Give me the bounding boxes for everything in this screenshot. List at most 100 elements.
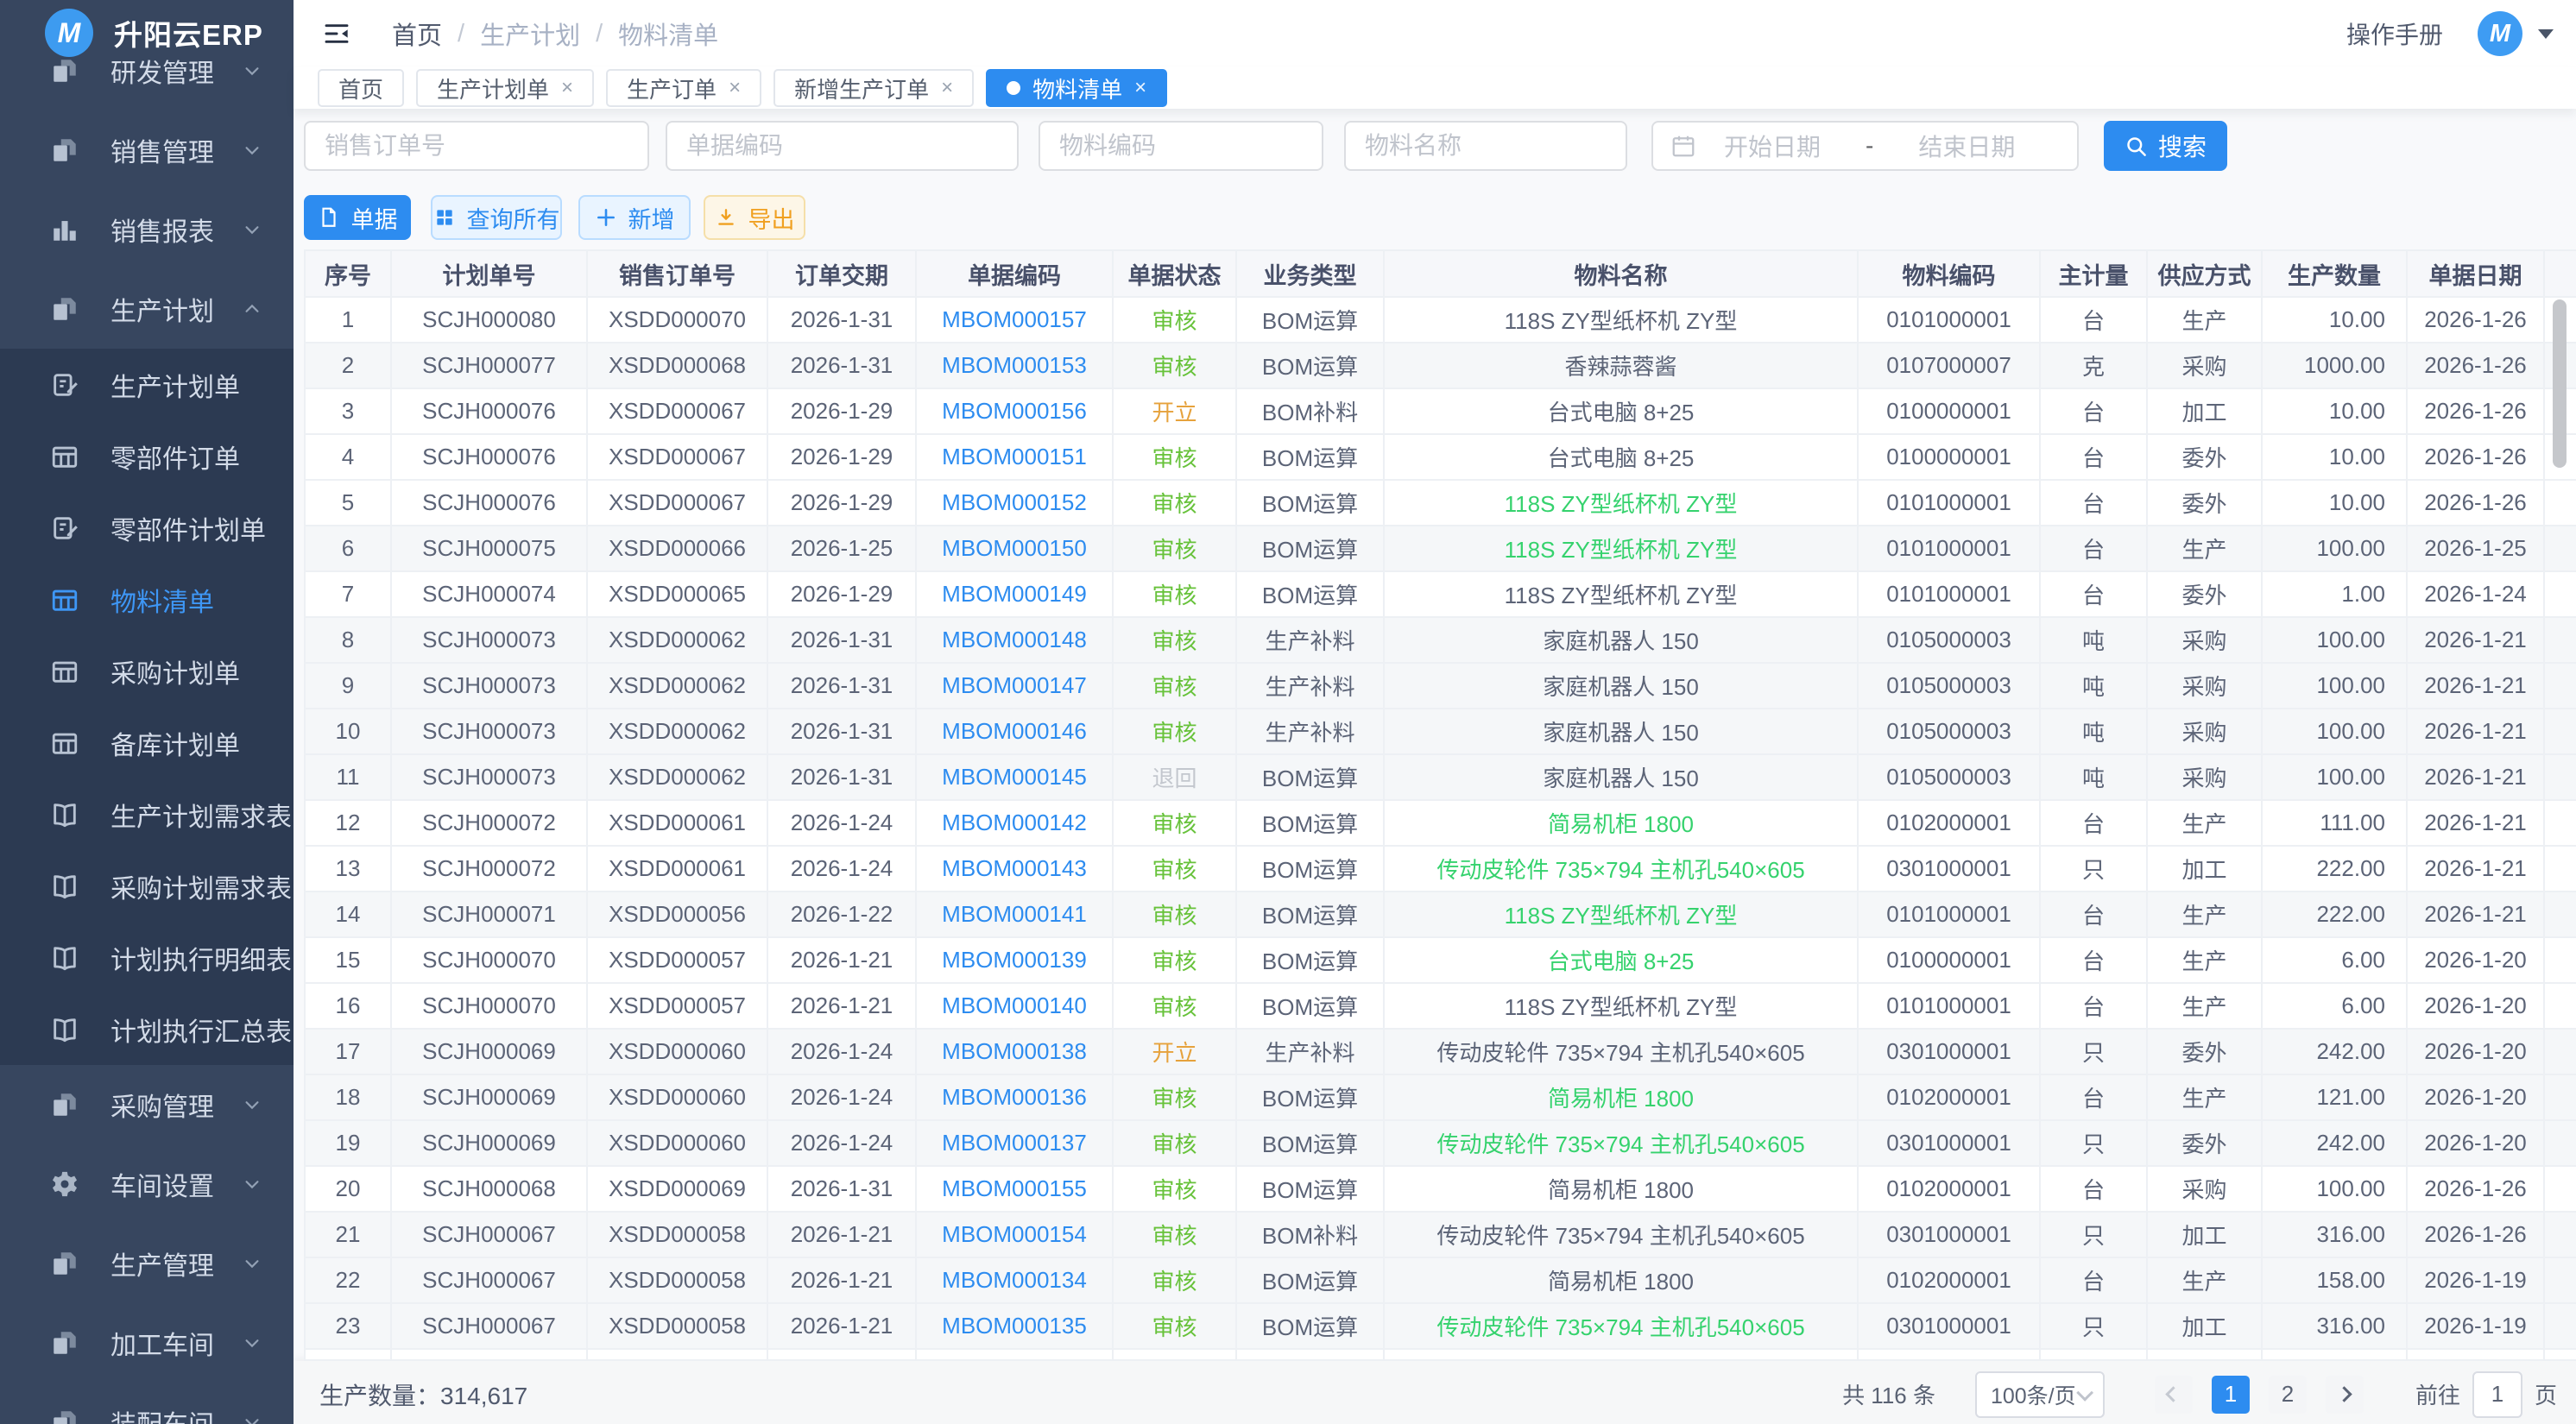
doc-code-link[interactable]: MBOM000142 — [942, 810, 1087, 835]
docs-icon — [48, 293, 81, 325]
sale-order-input[interactable] — [304, 121, 649, 171]
sidebar-item-plan-exec-summary[interactable]: 计划执行汇总表 — [0, 993, 294, 1065]
doc-code-link[interactable]: MBOM000154 — [942, 1221, 1087, 1247]
menu-fold-icon[interactable] — [318, 16, 356, 51]
material-name: 传动皮轮件 735×794 主机孔540×605 — [1436, 1131, 1804, 1157]
cell-code: 0101000001 — [1858, 480, 2040, 526]
material-name: 家庭机器人 150 — [1543, 628, 1699, 654]
sidebar-item-purchase-plan-order[interactable]: 采购计划单 — [0, 635, 294, 707]
doc-code-link[interactable]: MBOM000135 — [942, 1313, 1087, 1339]
doc-code-link[interactable]: MBOM000140 — [942, 992, 1087, 1018]
cell-date: 2026-1-26 — [2407, 1166, 2544, 1212]
query-all-button[interactable]: 查询所有 — [431, 195, 562, 240]
goto-page-input[interactable] — [2472, 1371, 2522, 1418]
avatar[interactable]: M — [2478, 11, 2522, 56]
sidebar-item-workshop-settings[interactable]: 车间设置 — [0, 1144, 294, 1224]
sidebar-item-processing-workshop[interactable]: 加工车间 — [0, 1303, 294, 1383]
table-row-19: 19SCJH000069XSDD0000602026-1-24MBOM00013… — [305, 1120, 2576, 1166]
tab-close-icon[interactable]: × — [1134, 78, 1146, 98]
doc-code-link[interactable]: MBOM000155 — [942, 1175, 1087, 1201]
page-size-select[interactable]: 100条/页 — [1975, 1371, 2105, 1418]
tab-1[interactable]: 生产计划单× — [416, 69, 594, 107]
sidebar-item-production-plan-demand[interactable]: 生产计划需求表 — [0, 778, 294, 850]
sidebar-item-production-plan[interactable]: 生产计划 — [0, 269, 294, 349]
doc-code-link[interactable]: MBOM000147 — [942, 672, 1087, 698]
table-row-16: 16SCJH000070XSDD0000572026-1-21MBOM00014… — [305, 983, 2576, 1029]
export-button[interactable]: 导出 — [704, 195, 805, 240]
tab-0[interactable]: 首页 — [318, 69, 404, 107]
docs-icon — [48, 1247, 81, 1280]
tab-3[interactable]: 新增生产订单× — [773, 69, 974, 107]
doc-code-link[interactable]: MBOM000150 — [942, 535, 1087, 561]
tab-2[interactable]: 生产订单× — [606, 69, 761, 107]
avatar-caret-icon[interactable] — [2538, 29, 2554, 39]
cell-name: 台式电脑 8+25 — [1384, 937, 1858, 983]
doc-code-link[interactable]: MBOM000157 — [942, 306, 1087, 332]
next-page-button[interactable] — [2326, 1376, 2364, 1414]
docs-icon — [48, 134, 81, 167]
page-button-1[interactable]: 1 — [2212, 1376, 2250, 1414]
cell-biz: BOM运算 — [1236, 1166, 1384, 1212]
date-range-picker[interactable]: 开始日期 - 结束日期 — [1651, 121, 2079, 171]
doc-edit-icon — [48, 512, 81, 545]
sidebar-item-stock-plan-order[interactable]: 备库计划单 — [0, 707, 294, 778]
doc-code-link[interactable]: MBOM000139 — [942, 947, 1087, 973]
cell-code: 0100000001 — [1858, 434, 2040, 480]
search-button[interactable]: 搜索 — [2104, 121, 2227, 171]
chart-icon — [48, 213, 81, 246]
sidebar-item-purchase-management[interactable]: 采购管理 — [0, 1065, 294, 1144]
cell-date: 2026-1-26 — [2407, 434, 2544, 480]
cell-supply: 委外 — [2147, 1029, 2262, 1074]
doc-code-link[interactable]: MBOM000149 — [942, 581, 1087, 607]
doc-code-link[interactable]: MBOM000138 — [942, 1038, 1087, 1064]
status-badge: 审核 — [1152, 720, 1196, 746]
cell-supply: 生产 — [2147, 800, 2262, 846]
sidebar-item-sales-report[interactable]: 销售报表 — [0, 190, 294, 269]
doc-code-link[interactable]: MBOM000136 — [942, 1084, 1087, 1110]
doc-button[interactable]: 单据 — [304, 195, 411, 240]
prev-page-button[interactable] — [2155, 1376, 2193, 1414]
material-code-input[interactable] — [1039, 121, 1323, 171]
row-scrollbar-gutter — [2544, 1120, 2576, 1166]
doc-code-link[interactable]: MBOM000151 — [942, 444, 1087, 469]
sidebar-item-sales-management[interactable]: 销售管理 — [0, 110, 294, 190]
doc-code-link[interactable]: MBOM000134 — [942, 1267, 1087, 1293]
table-scrollbar-thumb[interactable] — [2553, 299, 2567, 468]
sidebar-item-production-plan-order[interactable]: 生产计划单 — [0, 349, 294, 420]
doc-code-link[interactable]: MBOM000148 — [942, 627, 1087, 652]
material-name: 118S ZY型纸杯机 ZY型 — [1505, 583, 1738, 608]
tab-close-icon[interactable]: × — [561, 78, 573, 98]
row-scrollbar-gutter — [2544, 1303, 2576, 1349]
cell-biz: BOM运算 — [1236, 892, 1384, 937]
cell-sale: XSDD000061 — [587, 800, 767, 846]
tab-4[interactable]: 物料清单× — [986, 69, 1167, 107]
sidebar-item-assembly-workshop[interactable]: 装配车间 — [0, 1383, 294, 1424]
cell-status: 审核 — [1113, 709, 1236, 754]
doc-code-link[interactable]: MBOM000137 — [942, 1130, 1087, 1156]
breadcrumb-item-0[interactable]: 首页 — [392, 16, 442, 52]
material-name-input[interactable] — [1344, 121, 1627, 171]
table-row-18: 18SCJH000069XSDD0000602026-1-24MBOM00013… — [305, 1074, 2576, 1120]
sidebar-item-parts-plan-order[interactable]: 零部件计划单 — [0, 492, 294, 564]
doc-code-link[interactable]: MBOM000145 — [942, 764, 1087, 790]
sidebar-item-parts-order[interactable]: 零部件订单 — [0, 420, 294, 492]
book-icon — [48, 870, 81, 903]
doc-code-link[interactable]: MBOM000141 — [942, 901, 1087, 927]
page-button-2[interactable]: 2 — [2269, 1376, 2307, 1414]
tab-close-icon[interactable]: × — [941, 78, 953, 98]
breadcrumb-item-1[interactable]: 生产计划 — [480, 16, 580, 52]
doc-code-link[interactable]: MBOM000156 — [942, 398, 1087, 424]
doc-code-link[interactable]: MBOM000146 — [942, 718, 1087, 744]
add-button[interactable]: 新增 — [578, 195, 691, 240]
sidebar-item-production-management[interactable]: 生产管理 — [0, 1224, 294, 1303]
pagination: 共 116 条 100条/页 12 前往 页 — [1842, 1371, 2557, 1418]
sidebar-item-material-list[interactable]: 物料清单 — [0, 564, 294, 635]
doc-code-link[interactable]: MBOM000143 — [942, 855, 1087, 881]
doc-code-link[interactable]: MBOM000153 — [942, 352, 1087, 378]
sidebar-item-plan-exec-detail[interactable]: 计划执行明细表 — [0, 922, 294, 993]
tab-close-icon[interactable]: × — [729, 78, 741, 98]
doc-code-input[interactable] — [666, 121, 1019, 171]
doc-code-link[interactable]: MBOM000152 — [942, 489, 1087, 515]
manual-link[interactable]: 操作手册 — [2346, 16, 2443, 51]
sidebar-item-purchase-plan-demand[interactable]: 采购计划需求表 — [0, 850, 294, 922]
